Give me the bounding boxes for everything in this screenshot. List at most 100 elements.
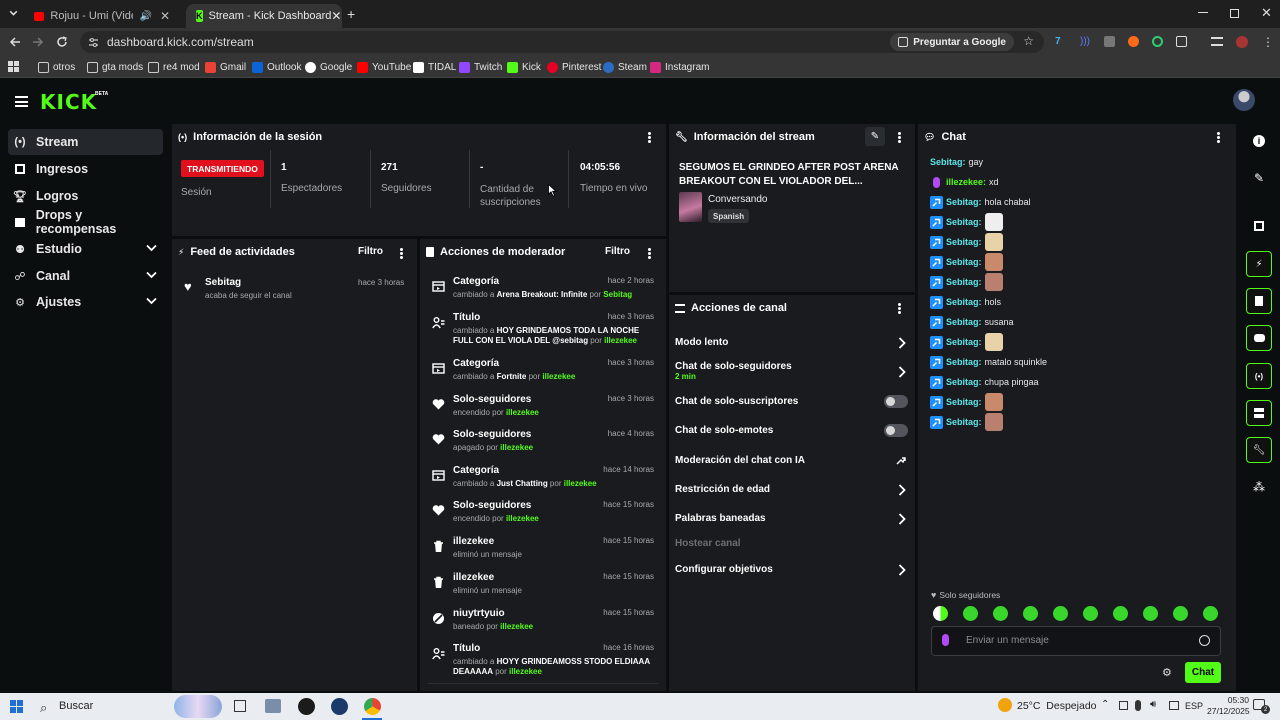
- fullscreen-icon[interactable]: [1246, 213, 1272, 239]
- quick-action-clipboard-icon[interactable]: [1246, 288, 1272, 314]
- taskbar-app-obs-icon[interactable]: [298, 698, 315, 715]
- channel-actions-more-icon[interactable]: [898, 303, 901, 314]
- emoji-picker-icon[interactable]: [1199, 635, 1210, 646]
- chat-username[interactable]: Sebitag:: [946, 217, 982, 227]
- moderator-username[interactable]: illezekee: [500, 443, 533, 452]
- chat-username[interactable]: Sebitag:: [946, 417, 982, 427]
- weather-text[interactable]: 25°C Despejado: [1017, 700, 1097, 712]
- bookmark-youtube[interactable]: YouTube: [357, 59, 411, 75]
- chat-settings-icon[interactable]: ⚙: [1162, 666, 1172, 679]
- bookmark-re4-mod[interactable]: re4 mod: [148, 59, 200, 75]
- tab-list-chevron-icon[interactable]: [8, 8, 19, 19]
- chat-username[interactable]: Sebitag:: [946, 317, 982, 327]
- moderator-username[interactable]: illezekee: [509, 667, 542, 676]
- chat-more-icon[interactable]: [1217, 132, 1220, 143]
- extension-slash-icon[interactable]: [1104, 36, 1115, 47]
- apps-grid-icon[interactable]: [8, 61, 19, 72]
- emote-quick-icon[interactable]: [1083, 606, 1098, 621]
- info-icon[interactable]: i: [1246, 128, 1272, 154]
- emote-quick-icon[interactable]: [993, 606, 1008, 621]
- channel-action-palabras-baneadas[interactable]: Palabras baneadas: [675, 513, 910, 527]
- bookmark-pinterest[interactable]: Pinterest: [547, 59, 601, 75]
- chat-username[interactable]: Sebitag:: [946, 337, 982, 347]
- bookmark-kick[interactable]: Kick: [507, 59, 541, 75]
- microphone-icon[interactable]: [942, 634, 949, 646]
- bookmark-instagram[interactable]: Instagram: [650, 59, 709, 75]
- chevron-down-icon[interactable]: [146, 244, 157, 252]
- quick-action-wrench-icon[interactable]: 🔧︎: [1246, 437, 1272, 463]
- sidebar-item-estudio[interactable]: ⚉ Estudio: [8, 236, 163, 262]
- activity-more-icon[interactable]: [400, 248, 403, 259]
- extension-orange-icon[interactable]: [1128, 36, 1139, 47]
- back-icon[interactable]: [9, 36, 21, 48]
- emote-quick-icon[interactable]: [1173, 606, 1188, 621]
- chat-username[interactable]: Sebitag:: [946, 277, 982, 287]
- extension-wave-icon[interactable]: ))): [1080, 36, 1091, 47]
- quick-action-layout-icon[interactable]: [1246, 400, 1272, 426]
- emote-quick-icon[interactable]: [1053, 606, 1068, 621]
- tab-close-icon[interactable]: ✕: [331, 9, 341, 23]
- channel-action-chat-de-solo-seguidores[interactable]: Chat de solo-seguidores 2 min: [675, 361, 910, 381]
- emote-quick-icon[interactable]: [1023, 606, 1038, 621]
- emote-quick-icon[interactable]: [1203, 606, 1218, 621]
- emote-quick-icon[interactable]: [1113, 606, 1128, 621]
- stream-info-more-icon[interactable]: [898, 132, 901, 143]
- taskbar-app-steam-icon[interactable]: [331, 698, 348, 715]
- bookmark-gmail[interactable]: Gmail: [205, 59, 246, 75]
- channel-action-chat-de-solo-suscriptores[interactable]: Chat de solo-suscriptores: [675, 395, 910, 410]
- tray-app-icon[interactable]: [1119, 701, 1128, 710]
- channel-action-moderacion-del-chat-con-ia[interactable]: Moderación del chat con IA: [675, 455, 910, 469]
- extension-green-icon[interactable]: [1152, 36, 1163, 47]
- session-more-icon[interactable]: [648, 132, 651, 143]
- tray-chevron-up-icon[interactable]: ⌃: [1101, 699, 1109, 710]
- sidebar-item-ingresos[interactable]: Ingresos: [8, 156, 163, 182]
- bookmark-google[interactable]: Google: [305, 59, 352, 75]
- toggle-switch[interactable]: [884, 395, 908, 408]
- chat-username[interactable]: Sebitag:: [946, 297, 982, 307]
- chat-username[interactable]: Sebitag:: [946, 257, 982, 267]
- activity-user[interactable]: Sebitag: [205, 277, 241, 288]
- channel-action-modo-lento[interactable]: Modo lento: [675, 337, 910, 351]
- close-window-icon[interactable]: ✕: [1261, 5, 1272, 21]
- chat-username[interactable]: Sebitag:: [930, 157, 966, 167]
- hamburger-menu-icon[interactable]: [15, 96, 28, 107]
- chat-username[interactable]: Sebitag:: [946, 357, 982, 367]
- tray-microphone-icon[interactable]: [1135, 700, 1141, 711]
- chat-username[interactable]: Sebitag:: [946, 197, 982, 207]
- restore-icon[interactable]: [1230, 9, 1239, 18]
- chevron-right-icon[interactable]: [898, 564, 906, 576]
- moderator-username[interactable]: illezekee: [506, 408, 539, 417]
- search-icon[interactable]: ⌕: [40, 700, 47, 716]
- clock[interactable]: 05:30 27/12/2025: [1207, 695, 1250, 717]
- chat-username[interactable]: Sebitag:: [946, 377, 982, 387]
- task-view-icon[interactable]: [234, 700, 246, 712]
- moderator-more-icon[interactable]: [648, 248, 651, 259]
- chevron-down-icon[interactable]: [146, 297, 157, 305]
- taskbar-app-photos-icon[interactable]: [265, 699, 281, 713]
- chevron-right-icon[interactable]: [898, 513, 906, 525]
- weather-sun-icon[interactable]: [998, 698, 1012, 712]
- chat-username[interactable]: illezekee:: [946, 177, 986, 187]
- taskbar-search-label[interactable]: Buscar: [59, 700, 93, 712]
- volume-icon[interactable]: 🔊︎: [1150, 699, 1156, 710]
- extensions-puzzle-icon[interactable]: [1176, 36, 1187, 47]
- emote-quick-icon[interactable]: [963, 606, 978, 621]
- taskbar-app-chrome-icon[interactable]: [364, 698, 381, 715]
- sidebar-item-ajustes[interactable]: ⚙ Ajustes: [8, 289, 163, 315]
- address-bar[interactable]: dashboard.kick.com/stream Preguntar a Go…: [80, 31, 1044, 53]
- edit-icon[interactable]: ✎: [1246, 165, 1272, 191]
- tab-kick-dashboard[interactable]: K Stream - Kick Dashboard ✕: [186, 4, 342, 28]
- add-widget-icon[interactable]: ⁂: [1246, 474, 1272, 500]
- moderator-username[interactable]: illezekee: [564, 479, 597, 488]
- bookmark-star-icon[interactable]: ☆: [1023, 34, 1034, 48]
- new-tab-icon[interactable]: +: [347, 6, 355, 22]
- minimize-icon[interactable]: [1198, 12, 1208, 13]
- sidebar-item-canal[interactable]: ☍ Canal: [8, 263, 163, 289]
- browser-menu-icon[interactable]: ⋮: [1262, 35, 1274, 49]
- extension-translate-icon[interactable]: 7: [1055, 36, 1066, 47]
- quick-action-broadcast-icon[interactable]: (•): [1246, 363, 1272, 389]
- chat-username[interactable]: Sebitag:: [946, 237, 982, 247]
- bookmark-outlook[interactable]: Outlook: [252, 59, 301, 75]
- bookmark-gta-mods[interactable]: gta mods: [87, 59, 143, 75]
- network-icon[interactable]: [1169, 701, 1179, 710]
